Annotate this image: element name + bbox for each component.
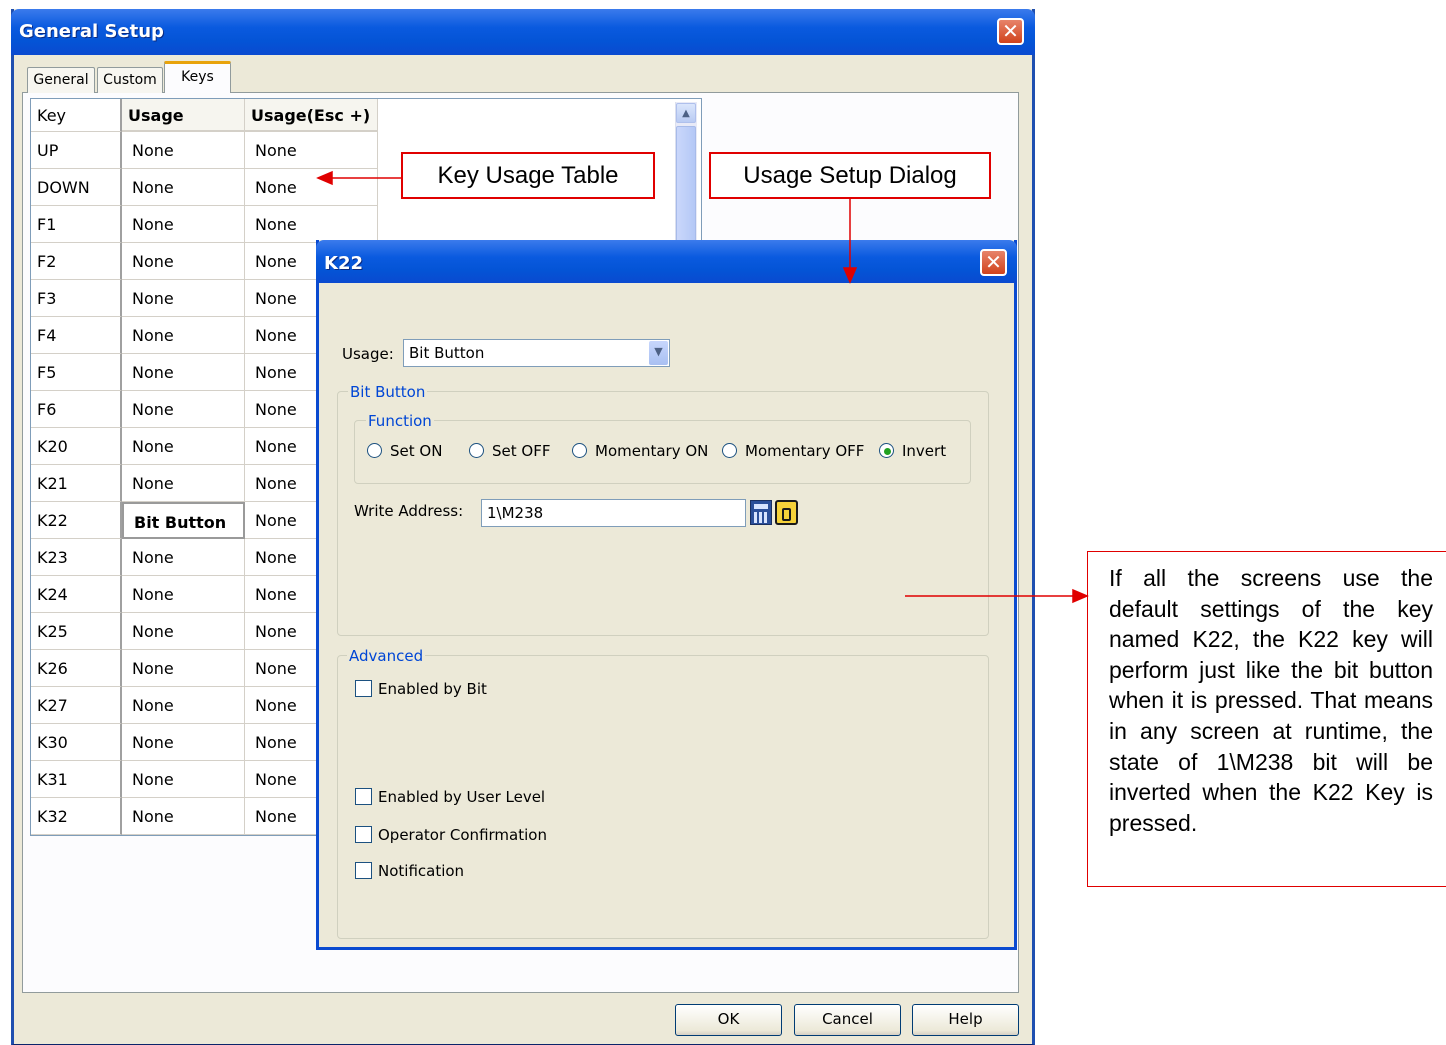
arrow-head-note <box>1072 588 1089 604</box>
annotation-arrows <box>316 170 1089 604</box>
arrow-head-dialog <box>842 267 858 284</box>
arrow-head-table <box>316 170 333 186</box>
